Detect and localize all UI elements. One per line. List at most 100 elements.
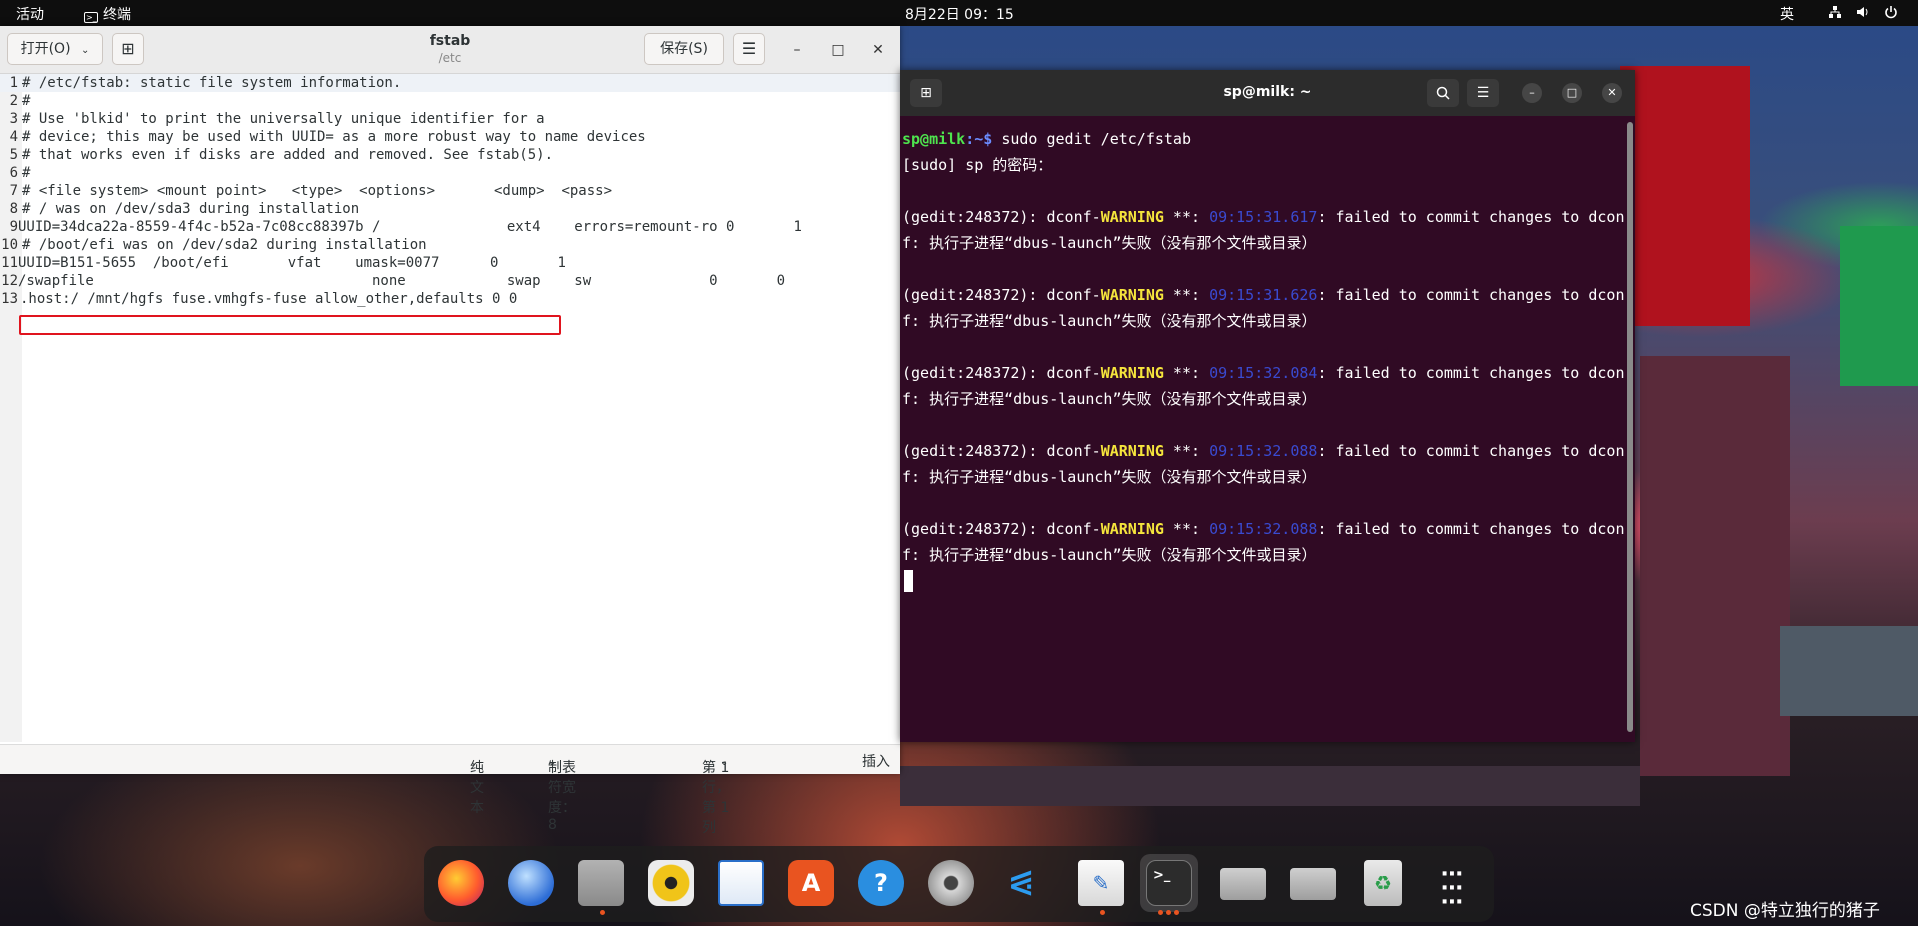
hamburger-menu-button[interactable]: ☰ bbox=[733, 33, 765, 65]
editor-line[interactable]: 5 # that works even if disks are added an… bbox=[0, 146, 553, 164]
top-bar: 活动 >_ 终端 8月22日 09：15 英 bbox=[0, 0, 1918, 26]
terminal-icon: >_ bbox=[84, 12, 98, 23]
warning-time: 09:15:32.084 bbox=[1209, 364, 1318, 382]
editor-line[interactable]: 8 # / was on /dev/sda3 during installatio… bbox=[0, 200, 360, 218]
vscode-icon[interactable]: ⪗ bbox=[998, 860, 1044, 906]
running-indicator bbox=[1158, 910, 1163, 915]
wallpaper-train bbox=[1780, 626, 1918, 716]
editor-line[interactable]: 13 .host:/ /mnt/hgfs fuse.vmhgfs-fuse all… bbox=[0, 290, 517, 308]
editor-line[interactable]: 6 # bbox=[0, 164, 31, 182]
line-text: # device; this may be used with UUID= as… bbox=[22, 129, 646, 145]
firefox-icon[interactable] bbox=[438, 860, 484, 906]
close-button[interactable]: ✕ bbox=[1602, 83, 1622, 103]
warning-sep: **: bbox=[1163, 364, 1210, 382]
warning-sep: **: bbox=[1163, 520, 1210, 538]
warning-level: WARNING bbox=[1100, 286, 1164, 304]
thunderbird-icon[interactable] bbox=[508, 860, 554, 906]
document-title: fstab bbox=[429, 33, 471, 49]
warning-message: : failed to commit changes to dcon bbox=[1317, 442, 1625, 460]
warning-line: (gedit:248372): dconf-WARNING **: 09:15:… bbox=[902, 518, 1624, 540]
files-icon[interactable] bbox=[578, 860, 624, 906]
warning-prefix: (gedit:248372): dconf- bbox=[902, 442, 1101, 460]
power-icon[interactable] bbox=[1884, 5, 1898, 19]
show-apps-icon[interactable]: ⋯ ⋯ ⋯ bbox=[1430, 860, 1476, 914]
warning-prefix: (gedit:248372): dconf- bbox=[902, 520, 1101, 538]
rhythmbox-icon[interactable] bbox=[648, 860, 694, 906]
running-indicator bbox=[1166, 910, 1171, 915]
text-editor-area[interactable]: 1 # /etc/fstab: static file system inform… bbox=[0, 74, 900, 742]
close-button[interactable]: ✕ bbox=[866, 38, 890, 62]
wallpaper-sign bbox=[1620, 66, 1750, 326]
input-method-indicator[interactable]: 英 bbox=[1780, 4, 1794, 24]
minimize-icon: – bbox=[1529, 86, 1535, 99]
editor-line[interactable]: 11UUID=B151-5655 /boot/efi vfat umask=00… bbox=[0, 254, 566, 272]
minimize-button[interactable]: – bbox=[1522, 83, 1542, 103]
drive-icon[interactable] bbox=[1290, 868, 1336, 900]
minimize-button[interactable]: – bbox=[785, 38, 809, 62]
drive-icon[interactable] bbox=[1220, 868, 1266, 900]
warning-prefix: (gedit:248372): dconf- bbox=[902, 208, 1101, 226]
command-text: sudo gedit /etc/fstab bbox=[992, 130, 1191, 148]
prompt-path: :~$ bbox=[965, 130, 993, 148]
watermark: CSDN @特立独行的猪子 bbox=[1690, 901, 1880, 921]
terminal-output[interactable]: sp@milk:~$ sudo gedit /etc/fstab [sudo] … bbox=[902, 120, 1627, 730]
terminal-scrollbar[interactable] bbox=[1627, 122, 1633, 732]
gedit-window: 打开(O) ⌄ ⊞ fstab /etc 保存(S) ☰ – □ ✕ 1 # /e… bbox=[0, 26, 900, 836]
hamburger-menu-button[interactable]: ☰ bbox=[1467, 79, 1499, 107]
warning-message: : failed to commit changes to dcon bbox=[1317, 520, 1625, 538]
help-icon[interactable]: ? bbox=[858, 860, 904, 906]
clock[interactable]: 8月22日 09：15 bbox=[905, 4, 1014, 24]
warning-time: 09:15:32.088 bbox=[1209, 442, 1318, 460]
editor-line[interactable]: 4 # device; this may be used with UUID= a… bbox=[0, 128, 646, 146]
volume-icon[interactable] bbox=[1856, 5, 1870, 19]
writer-icon[interactable] bbox=[718, 860, 764, 906]
editor-line[interactable]: 2 # bbox=[0, 92, 31, 110]
chevron-down-icon: ⌄ bbox=[720, 757, 729, 768]
warning-prefix: (gedit:248372): dconf- bbox=[902, 286, 1101, 304]
app-center-icon[interactable]: A bbox=[788, 860, 834, 906]
app-menu[interactable]: >_ 终端 bbox=[84, 4, 131, 24]
maximize-button[interactable]: □ bbox=[1562, 83, 1582, 103]
line-number: 1 bbox=[9, 75, 18, 91]
warning-time: 09:15:32.088 bbox=[1209, 520, 1318, 538]
cursor-position-label: 第 1 行，第 1 列 bbox=[702, 760, 730, 836]
chevron-down-icon: ⌄ bbox=[470, 757, 479, 768]
minimize-icon: – bbox=[793, 42, 801, 58]
editor-line[interactable]: 7 # <file system> <mount point> <type> <o… bbox=[0, 182, 612, 200]
terminal-icon[interactable]: >_ bbox=[1146, 860, 1192, 906]
line-text: # /boot/efi was on /dev/sda2 during inst… bbox=[22, 237, 427, 253]
warning-line: (gedit:248372): dconf-WARNING **: 09:15:… bbox=[902, 440, 1624, 462]
warning-continuation: f: 执行子进程“dbus-launch”失败（没有那个文件或目录） bbox=[902, 312, 1317, 330]
document-path: /etc bbox=[438, 51, 462, 65]
editor-line[interactable]: 3 # Use 'blkid' to print the universally … bbox=[0, 110, 545, 128]
editor-line[interactable]: 12/swapfile none swap sw 0 0 bbox=[0, 272, 785, 290]
menu-icon: ☰ bbox=[741, 39, 757, 58]
line-number: 3 bbox=[9, 111, 18, 127]
settings-icon[interactable] bbox=[928, 860, 974, 906]
tab-width-label: 制表符宽度：8 bbox=[548, 760, 576, 833]
line-number: 8 bbox=[9, 201, 18, 217]
warning-line: (gedit:248372): dconf-WARNING **: 09:15:… bbox=[902, 206, 1624, 228]
text-editor-icon[interactable]: ✎ bbox=[1078, 860, 1124, 906]
save-button[interactable]: 保存(S) bbox=[644, 33, 724, 65]
text-cursor bbox=[904, 570, 913, 592]
warning-continuation: f: 执行子进程“dbus-launch”失败（没有那个文件或目录） bbox=[902, 546, 1317, 564]
activities-button[interactable]: 活动 bbox=[16, 4, 44, 24]
editor-line[interactable]: 1 # /etc/fstab: static file system inform… bbox=[0, 74, 900, 92]
line-number: 11 bbox=[1, 255, 18, 271]
line-number: 13 bbox=[1, 291, 18, 307]
wallpaper-sign bbox=[1840, 226, 1918, 386]
line-text: # that works even if disks are added and… bbox=[22, 147, 554, 163]
editor-line[interactable]: 9UUID=34dca22a-8559-4f4c-b52a-7c08cc8839… bbox=[0, 218, 802, 236]
search-button[interactable] bbox=[1427, 79, 1459, 107]
gedit-statusbar: 纯文本 ⌄ 制表符宽度：8 ⌄ 第 1 行，第 1 列 ⌄ 插入 bbox=[0, 744, 900, 836]
wallpaper-street bbox=[900, 766, 1640, 806]
network-icon[interactable] bbox=[1828, 5, 1842, 19]
line-text: /swapfile none swap sw 0 0 bbox=[18, 273, 786, 289]
maximize-button[interactable]: □ bbox=[826, 38, 850, 62]
trash-icon[interactable]: ♻ bbox=[1364, 860, 1402, 906]
insert-mode-indicator[interactable]: 插入 bbox=[862, 751, 890, 771]
editor-line[interactable]: 10 # /boot/efi was on /dev/sda2 during in… bbox=[0, 236, 427, 254]
warning-sep: **: bbox=[1163, 286, 1210, 304]
close-icon: ✕ bbox=[1607, 86, 1617, 99]
